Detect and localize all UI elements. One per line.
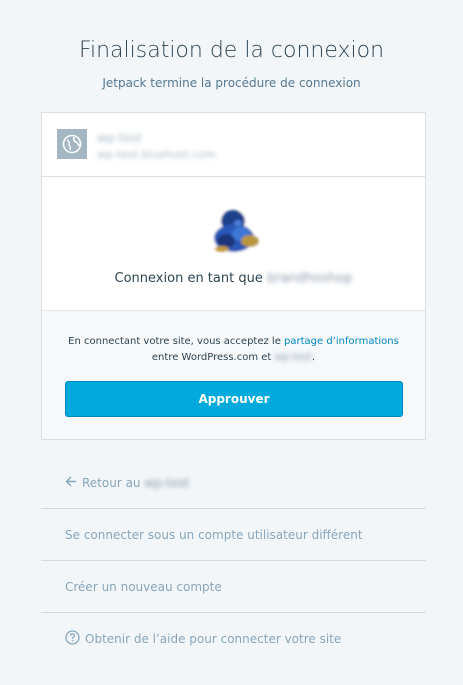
terms-text: En connectant votre site, vous acceptez … <box>42 334 425 366</box>
username: brandhoshop <box>266 271 353 286</box>
terms-middle: entre WordPress.com et <box>151 352 272 363</box>
site-name: wp-test <box>97 131 142 145</box>
logged-in-prefix: Connexion en tant que <box>114 271 263 286</box>
page-subtitle: Jetpack termine la procédure de connexio… <box>102 76 361 90</box>
approve-section: En connectant votre site, vous acceptez … <box>42 311 425 439</box>
terms-suffix: . <box>311 352 316 363</box>
logged-in-as: Connexion en tant que brandhoshop <box>42 271 425 286</box>
back-site-name: wp-test <box>144 476 190 490</box>
back-label: Retour au <box>82 476 141 490</box>
terms-prefix: En connectant votre site, vous acceptez … <box>68 336 281 347</box>
terms-site-name: wp-test <box>274 352 312 363</box>
arrow-left-icon <box>65 476 77 490</box>
data-sharing-link[interactable]: partage d’informations <box>284 336 399 347</box>
help-icon <box>65 630 80 648</box>
site-url: wp-test.bluehost.com <box>97 148 217 161</box>
approve-button[interactable]: Approuver <box>65 381 403 417</box>
page-title: Finalisation de la connexion <box>78 38 385 63</box>
avatar <box>204 201 268 265</box>
login-links: Retour au wp-test Se connecter sous un c… <box>41 458 426 665</box>
user-section: Connexion en tant que brandhoshop <box>42 176 425 311</box>
help-link[interactable]: Obtenir de l’aide pour connecter votre s… <box>41 613 426 665</box>
help-label: Obtenir de l’aide pour connecter votre s… <box>85 632 342 646</box>
site-card: wp-test wp-test.bluehost.com <box>42 113 425 177</box>
connect-card: wp-test wp-test.bluehost.com Connexion e… <box>41 112 426 440</box>
globe-icon <box>57 129 87 159</box>
other-account-link[interactable]: Se connecter sous un compte utilisateur … <box>41 509 426 561</box>
back-to-site-link[interactable]: Retour au wp-test <box>41 458 426 509</box>
create-account-link[interactable]: Créer un nouveau compte <box>41 561 426 613</box>
